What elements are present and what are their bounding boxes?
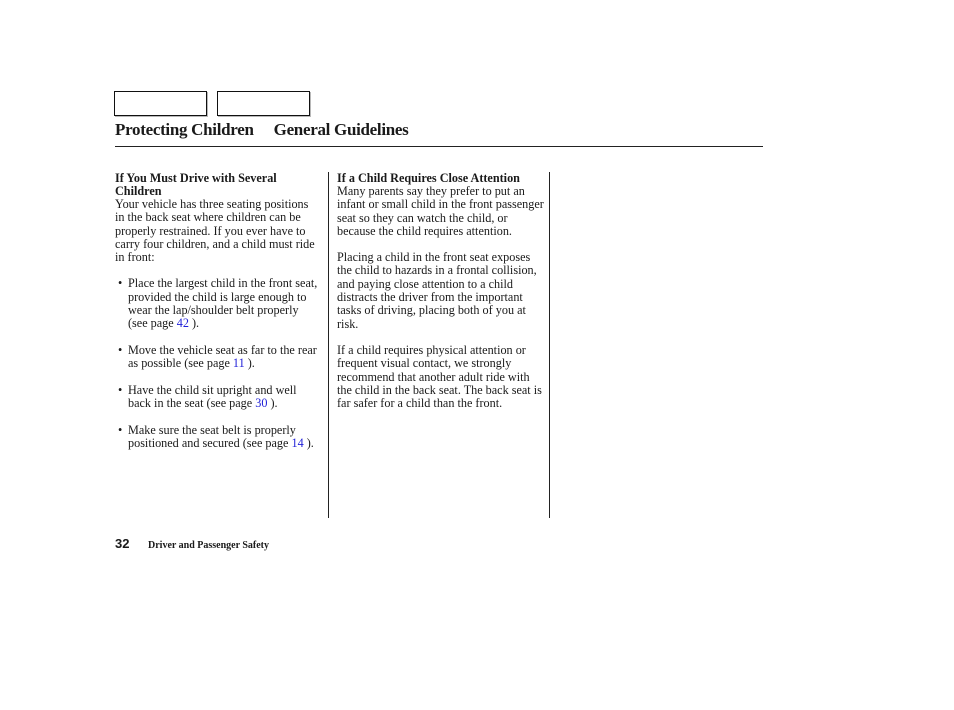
bullet-icon: • [118, 276, 123, 291]
bullet-icon: • [118, 422, 123, 437]
intro-paragraph: Your vehicle has three seating positions… [115, 197, 315, 265]
list-item-text-end: ). [303, 436, 314, 451]
page-number: 32 [115, 536, 130, 551]
list-item-text-end: ). [244, 356, 255, 371]
page-link[interactable]: 42 [177, 316, 189, 330]
page-header: Protecting Children General Guidelines [115, 120, 409, 140]
header-rule [115, 145, 763, 147]
guideline-list: • Place the largest child in the front se… [115, 277, 320, 450]
column-divider [549, 172, 550, 518]
paragraph: If a child requires physical attention o… [337, 342, 542, 411]
column-divider [328, 172, 329, 518]
chapter-title: Protecting Children [115, 120, 254, 139]
list-item-text: Move the vehicle seat as far to the rear… [128, 342, 317, 371]
list-item: • Have the child sit upright and well bac… [115, 382, 320, 411]
footer-chapter-title: Driver and Passenger Safety [148, 540, 270, 551]
subheading: If You Must Drive with Several Children [115, 171, 277, 198]
list-item: • Move the vehicle seat as far to the rea… [115, 342, 320, 371]
paragraph: Placing a child in the front seat expose… [337, 250, 537, 331]
page-link[interactable]: 30 [255, 396, 267, 410]
list-item: • Place the largest child in the front se… [115, 277, 320, 330]
section-title: General Guidelines [273, 120, 409, 139]
list-item-text-end: ). [188, 316, 200, 331]
nav-button-previous[interactable] [114, 91, 207, 116]
list-item-text: Make sure the seat belt is properly posi… [128, 422, 296, 451]
list-item-text-end: ). [267, 396, 278, 411]
nav-button-next[interactable] [217, 91, 310, 116]
bullet-icon: • [118, 382, 123, 397]
paragraph: Many parents say they prefer to put an i… [337, 184, 544, 238]
column-close-attention: If a Child Requires Close Attention Many… [337, 172, 547, 410]
list-item: • Make sure the seat belt is properly pos… [115, 422, 320, 451]
page-link[interactable]: 11 [233, 356, 245, 370]
page-link[interactable]: 14 [291, 436, 303, 450]
list-item-text: Place the largest child in the front sea… [128, 276, 318, 331]
bullet-icon: • [118, 342, 123, 357]
column-several-children: If You Must Drive with Several Children … [115, 172, 320, 464]
